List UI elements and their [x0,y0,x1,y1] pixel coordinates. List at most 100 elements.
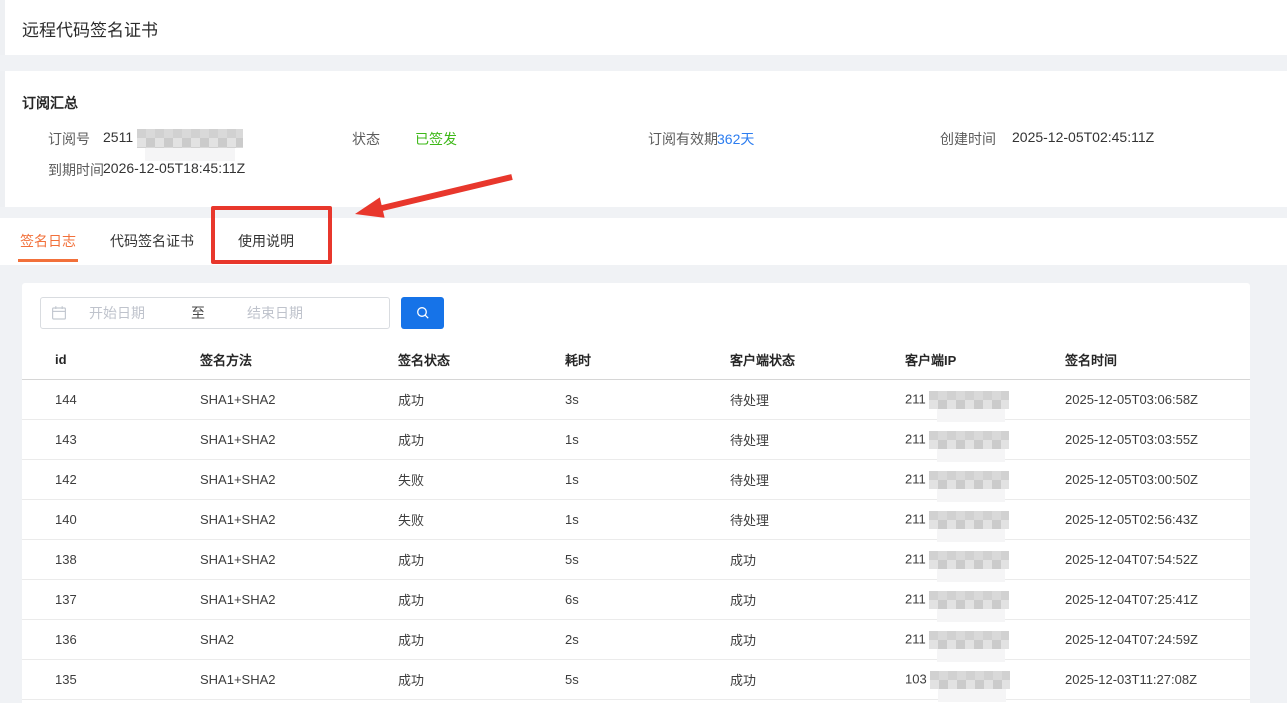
cell-client-status: 成功 [730,670,905,689]
cell-id: 138 [55,552,200,567]
search-button[interactable] [401,297,444,329]
cell-method: SHA1+SHA2 [200,512,398,527]
cell-sign-status: 成功 [398,550,565,569]
created-time-value: 2025-12-05T02:45:11Z [1012,129,1154,145]
col-method: 签名方法 [200,350,398,369]
end-date-input[interactable]: 结束日期 [247,303,303,323]
cell-duration: 3s [565,392,730,407]
cell-sign-time: 2025-12-04T07:25:41Z [1065,592,1250,607]
cell-duration: 6s [565,592,730,607]
subscription-summary-section: 订阅汇总 订阅号 2511 状态 已签发 订阅有效期 362天 创建时间 202… [5,71,1287,207]
validity-label: 订阅有效期 [648,129,718,149]
redacted-ip [930,671,1010,689]
cell-sign-time: 2025-12-04T07:54:52Z [1065,552,1250,567]
redacted-ip [929,471,1009,489]
cell-id: 140 [55,512,200,527]
col-duration: 耗时 [565,350,730,369]
cell-client-status: 成功 [730,590,905,609]
cell-client-ip: 211 [905,511,1065,529]
cell-client-ip: 211 [905,551,1065,569]
cell-client-status: 待处理 [730,510,905,529]
separator-band [0,207,1287,218]
table-row: 135 SHA1+SHA2 成功 5s 成功 103 2025-12-03T11… [22,660,1250,700]
cell-sign-status: 成功 [398,430,565,449]
table-row: 142 SHA1+SHA2 失败 1s 待处理 211 2025-12-05T0… [22,460,1250,500]
redacted-ip [929,431,1009,449]
col-sign-time: 签名时间 [1065,350,1250,369]
redacted-ip [929,631,1009,649]
col-client-status: 客户端状态 [730,350,905,369]
cell-method: SHA1+SHA2 [200,432,398,447]
title-bar: 远程代码签名证书 [5,0,1287,55]
date-range-picker[interactable]: 开始日期 至 结束日期 [40,297,390,329]
annotation-arrow-icon [340,162,520,224]
annotation-box [211,206,332,264]
separator-band [0,55,1287,71]
col-id: id [55,352,200,367]
cell-client-ip: 211 [905,431,1065,449]
cell-method: SHA1+SHA2 [200,392,398,407]
table-row: 136 SHA2 成功 2s 成功 211 2025-12-04T07:24:5… [22,620,1250,660]
cell-sign-status: 失败 [398,470,565,489]
tab-bar: 签名日志 代码签名证书 使用说明 [0,218,1287,265]
cell-duration: 1s [565,432,730,447]
active-tab-underline [18,259,78,262]
table-row: 144 SHA1+SHA2 成功 3s 待处理 211 2025-12-05T0… [22,380,1250,420]
cell-client-status: 待处理 [730,390,905,409]
subscription-no-value: 2511 [103,129,243,148]
table-row: 138 SHA1+SHA2 成功 5s 成功 211 2025-12-04T07… [22,540,1250,580]
cell-sign-status: 失败 [398,510,565,529]
cell-sign-time: 2025-12-05T03:03:55Z [1065,432,1250,447]
created-time-label: 创建时间 [940,129,996,149]
redacted-ip [929,551,1009,569]
redacted-ip [929,391,1009,409]
cell-sign-status: 成功 [398,590,565,609]
subscription-summary-title: 订阅汇总 [22,93,78,113]
cell-method: SHA1+SHA2 [200,472,398,487]
col-sign-status: 签名状态 [398,350,565,369]
subscription-no-label: 订阅号 [48,129,90,149]
date-separator: 至 [191,303,205,323]
signing-log-panel: 开始日期 至 结束日期 id 签名方法 签名状态 耗时 客户端状态 客户端IP … [22,283,1250,703]
cell-sign-status: 成功 [398,630,565,649]
cell-sign-status: 成功 [398,670,565,689]
cell-client-status: 成功 [730,550,905,569]
cell-id: 136 [55,632,200,647]
tab-code-signing-cert[interactable]: 代码签名证书 [110,231,194,251]
cell-sign-time: 2025-12-05T02:56:43Z [1065,512,1250,527]
cell-sign-time: 2025-12-04T07:24:59Z [1065,632,1250,647]
cell-duration: 2s [565,632,730,647]
calendar-icon [51,305,67,321]
cell-client-ip: 211 [905,471,1065,489]
cell-id: 144 [55,392,200,407]
redacted-ip [929,511,1009,529]
cell-client-status: 成功 [730,630,905,649]
table-row: 137 SHA1+SHA2 成功 6s 成功 211 2025-12-04T07… [22,580,1250,620]
expire-time-label: 到期时间 [48,160,104,180]
table-row: 143 SHA1+SHA2 成功 1s 待处理 211 2025-12-05T0… [22,420,1250,460]
status-label: 状态 [352,129,380,149]
page-title: 远程代码签名证书 [22,16,158,41]
cell-id: 135 [55,672,200,687]
cell-client-status: 待处理 [730,470,905,489]
signing-log-table: id 签名方法 签名状态 耗时 客户端状态 客户端IP 签名时间 144 SHA… [22,340,1250,700]
cell-id: 143 [55,432,200,447]
tab-signing-log[interactable]: 签名日志 [20,231,76,251]
cell-duration: 1s [565,472,730,487]
cell-id: 137 [55,592,200,607]
cell-method: SHA1+SHA2 [200,552,398,567]
cell-method: SHA1+SHA2 [200,672,398,687]
cell-duration: 5s [565,672,730,687]
redacted-ip [929,591,1009,609]
cell-sign-time: 2025-12-05T03:00:50Z [1065,472,1250,487]
col-client-ip: 客户端IP [905,350,1065,369]
validity-value: 362天 [717,129,754,149]
cell-client-ip: 211 [905,631,1065,649]
cell-client-status: 待处理 [730,430,905,449]
table-header-row: id 签名方法 签名状态 耗时 客户端状态 客户端IP 签名时间 [22,340,1250,380]
cell-duration: 1s [565,512,730,527]
cell-client-ip: 211 [905,391,1065,409]
cell-client-ip: 211 [905,591,1065,609]
status-value: 已签发 [415,129,457,149]
start-date-input[interactable]: 开始日期 [89,303,145,323]
